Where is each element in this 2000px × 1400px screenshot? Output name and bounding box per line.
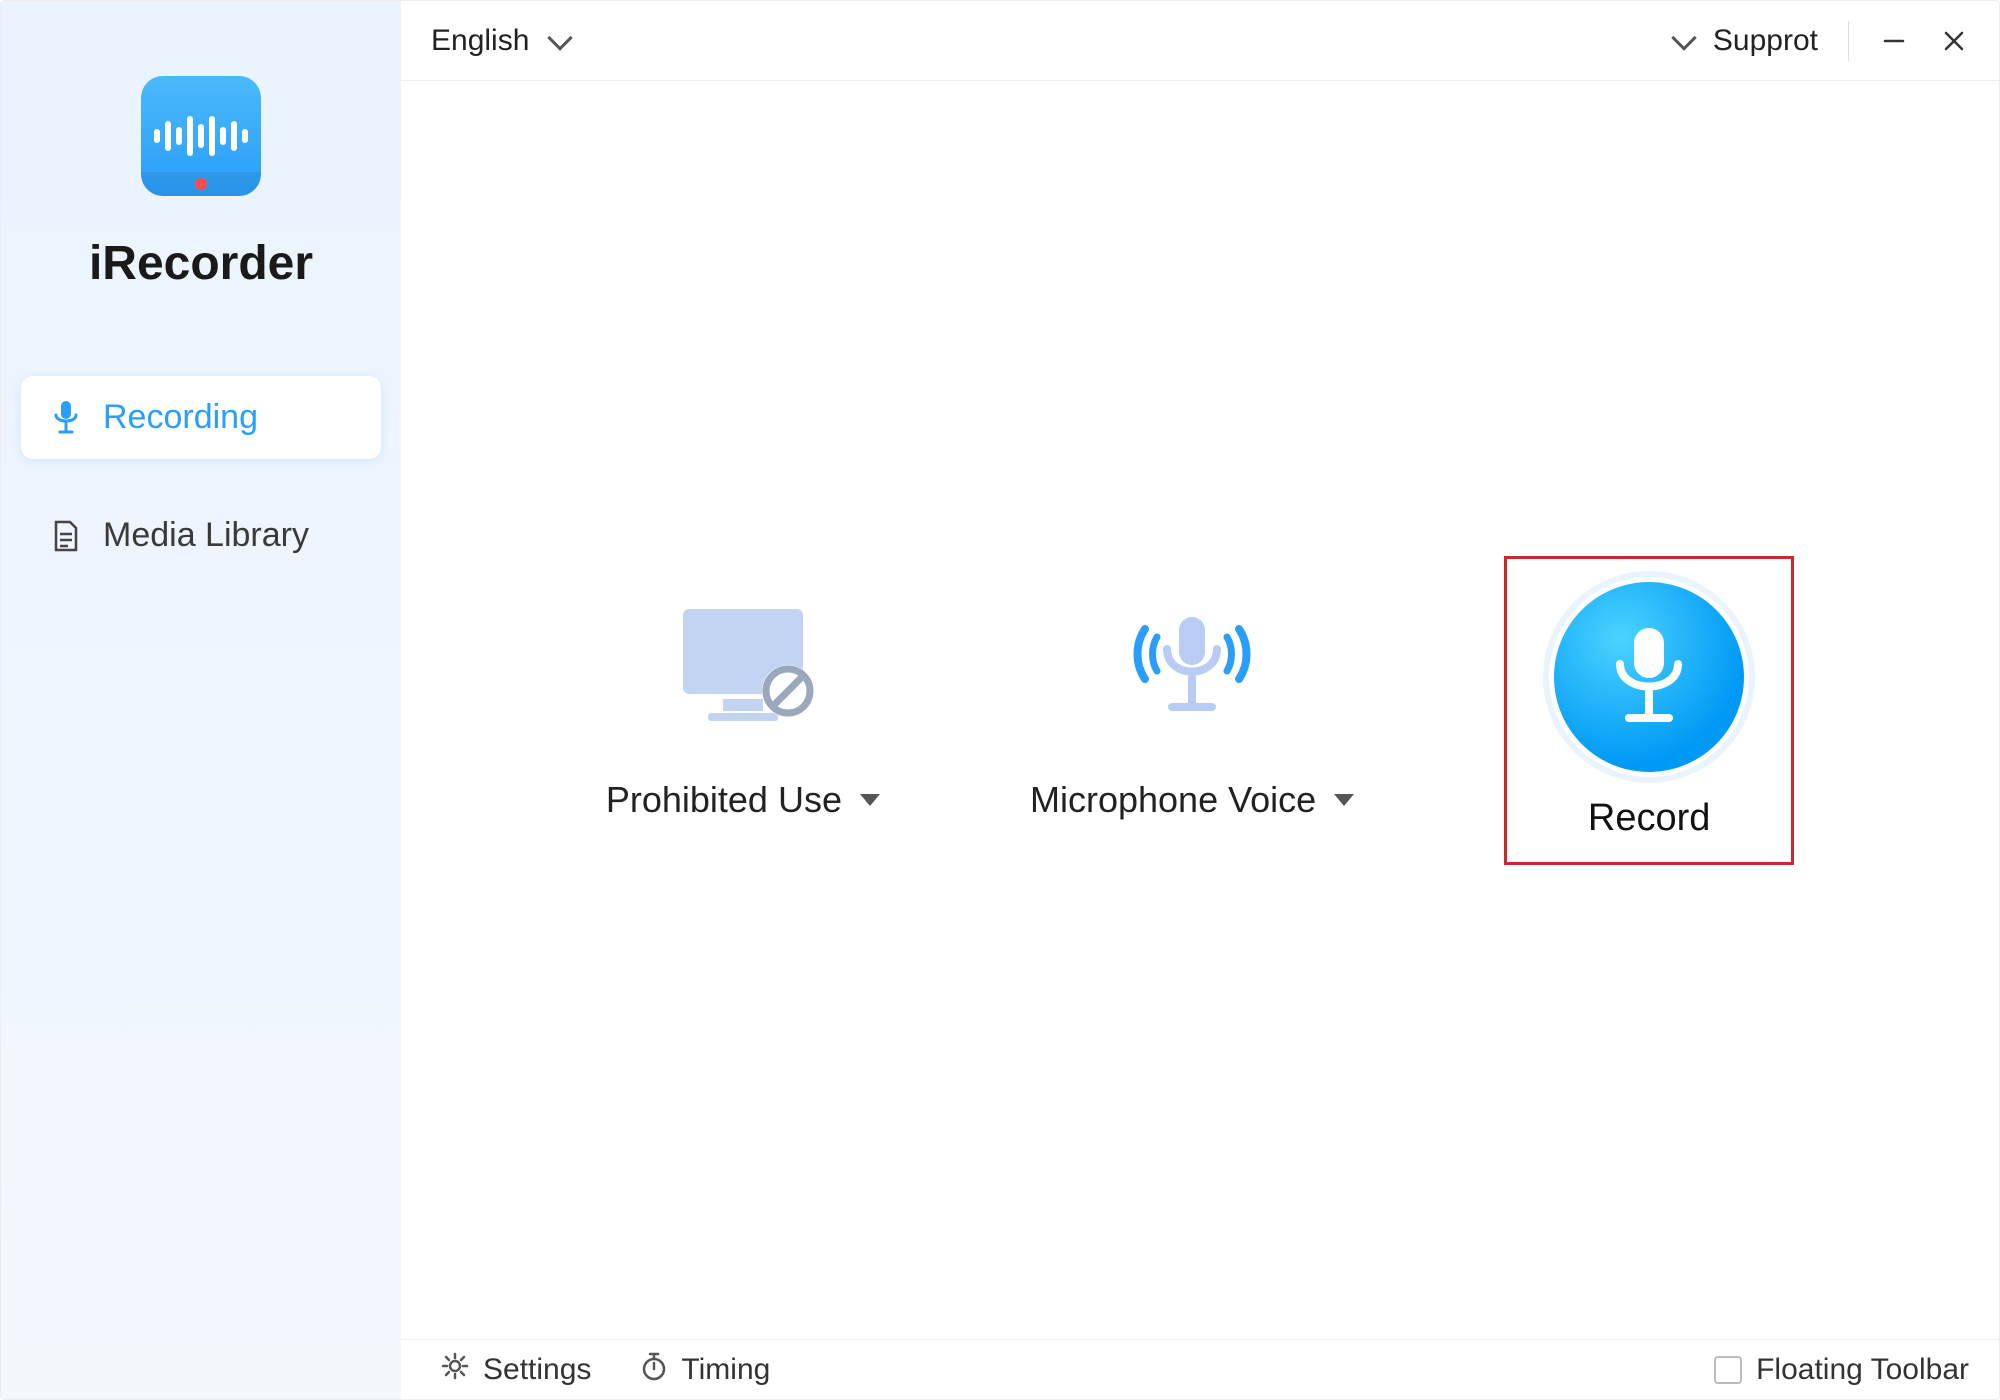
logo-strip [141, 172, 261, 196]
waveform-icon [154, 111, 248, 161]
support-dropdown[interactable]: Supprot [1675, 24, 1818, 58]
sidebar-item-media-library[interactable]: Media Library [21, 494, 381, 577]
triangle-down-icon [860, 794, 880, 806]
settings-button[interactable]: Settings [441, 1352, 591, 1388]
monitor-disabled-icon [668, 599, 818, 739]
record-button[interactable]: Record [1504, 556, 1794, 865]
chevron-down-icon [548, 25, 573, 50]
floating-toolbar-toggle[interactable]: Floating Toolbar [1714, 1353, 1969, 1387]
document-icon [51, 520, 81, 552]
sidebar-nav: Recording Media Library [1, 376, 401, 612]
settings-label: Settings [483, 1353, 591, 1387]
language-label: English [431, 24, 529, 58]
chevron-down-icon [1671, 25, 1696, 50]
microphone-dropdown[interactable]: Microphone Voice [1030, 779, 1354, 821]
support-label: Supprot [1713, 24, 1818, 58]
timing-label: Timing [681, 1353, 770, 1387]
topbar-right: Supprot [1675, 21, 1969, 61]
language-dropdown[interactable]: English [431, 24, 569, 58]
checkbox-icon [1714, 1356, 1742, 1384]
microphone-active-icon [1107, 599, 1277, 739]
microphone-option: Microphone Voice [1030, 599, 1354, 821]
mic-icon [51, 401, 81, 435]
footer-left: Settings Timing [441, 1351, 770, 1389]
divider [1848, 21, 1849, 61]
app-logo [141, 76, 261, 196]
microphone-label: Microphone Voice [1030, 779, 1316, 821]
record-circle-outer [1549, 577, 1749, 777]
mic-white-icon [1604, 622, 1694, 732]
gear-icon [441, 1352, 469, 1388]
stopwatch-icon [641, 1351, 667, 1389]
minimize-button[interactable] [1879, 26, 1909, 56]
triangle-down-icon [1334, 794, 1354, 806]
content-area: Prohibited Use [401, 81, 1999, 1339]
sidebar-item-label: Media Library [103, 516, 309, 555]
system-sound-label: Prohibited Use [606, 779, 842, 821]
record-dot-icon [195, 178, 207, 190]
floating-toolbar-label: Floating Toolbar [1756, 1353, 1969, 1387]
record-circle [1554, 582, 1744, 772]
system-sound-option: Prohibited Use [606, 599, 880, 821]
sidebar-item-label: Recording [103, 398, 258, 437]
sidebar-item-recording[interactable]: Recording [21, 376, 381, 459]
sidebar: iRecorder Recording [1, 1, 401, 1399]
app-title: iRecorder [89, 236, 313, 291]
app-window: iRecorder Recording [0, 0, 2000, 1400]
record-label: Record [1588, 797, 1711, 840]
timing-button[interactable]: Timing [641, 1351, 770, 1389]
main-panel: English Supprot [401, 1, 1999, 1399]
footer: Settings Timing Floating [401, 1339, 1999, 1399]
system-sound-dropdown[interactable]: Prohibited Use [606, 779, 880, 821]
close-button[interactable] [1939, 26, 1969, 56]
topbar: English Supprot [401, 1, 1999, 81]
